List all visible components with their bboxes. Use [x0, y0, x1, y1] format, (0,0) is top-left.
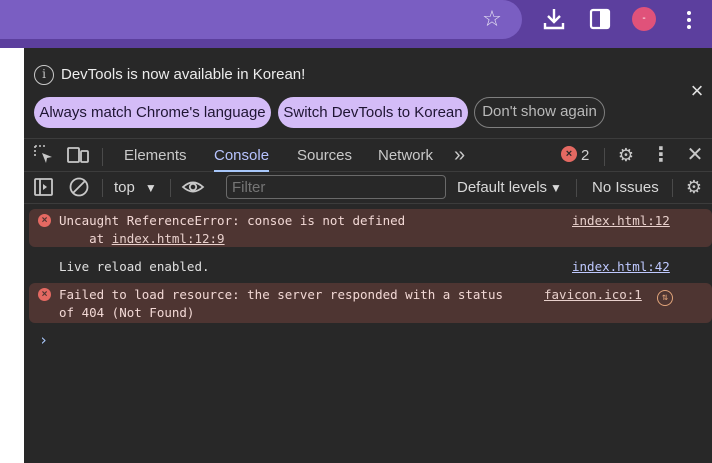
- tab-elements[interactable]: Elements: [124, 139, 187, 172]
- devtools-menu-icon[interactable]: ⋮: [649, 143, 673, 167]
- console-output: × Uncaught ReferenceError: consoe is not…: [24, 205, 712, 463]
- console-filter-input[interactable]: [226, 175, 446, 199]
- log-text[interactable]: Live reload enabled.: [59, 259, 210, 274]
- network-request-icon[interactable]: ⇅: [657, 290, 673, 306]
- stack-prefix: at: [59, 231, 112, 246]
- console-log-message: Live reload enabled. index.html:42: [29, 255, 712, 279]
- tabbar-divider: [604, 148, 605, 166]
- language-infobar: i DevTools is now available in Korean! ×…: [24, 48, 712, 138]
- download-icon[interactable]: [542, 6, 566, 32]
- chevron-down-icon: ▼: [144, 181, 157, 195]
- page-content-strip: [0, 48, 24, 463]
- chevron-down-icon: ▼: [550, 181, 562, 195]
- source-link[interactable]: index.html:12: [572, 213, 670, 228]
- console-settings-gear-icon[interactable]: ⚙: [682, 175, 706, 199]
- error-icon: ×: [38, 288, 51, 301]
- toolbar-divider: [102, 179, 103, 197]
- error-text[interactable]: Uncaught ReferenceError: consoe is not d…: [59, 213, 405, 228]
- info-icon: i: [34, 65, 54, 85]
- clear-console-icon[interactable]: [67, 175, 91, 199]
- tab-sources[interactable]: Sources: [297, 139, 352, 172]
- settings-gear-icon[interactable]: ⚙: [614, 143, 638, 167]
- infobar-message: DevTools is now available in Korean!: [61, 66, 306, 83]
- close-devtools-icon[interactable]: ✕: [683, 143, 707, 167]
- toolbar-divider: [672, 179, 673, 197]
- sidebar-toggle-icon[interactable]: [32, 175, 56, 199]
- source-link[interactable]: index.html:42: [572, 259, 670, 274]
- switch-to-korean-button[interactable]: Switch DevTools to Korean: [278, 97, 468, 128]
- context-selector[interactable]: top ▼: [114, 172, 157, 204]
- stack-trace-line: at index.html:12:9: [59, 231, 225, 246]
- tab-console[interactable]: Console: [214, 139, 270, 172]
- source-link[interactable]: favicon.ico:1: [544, 287, 642, 302]
- console-prompt-chevron-icon[interactable]: ›: [39, 331, 48, 349]
- toolbar-divider: [170, 179, 171, 197]
- device-toolbar-icon[interactable]: [66, 143, 90, 167]
- console-error-message: × Failed to load resource: the server re…: [29, 283, 712, 323]
- tabbar-divider: [102, 148, 103, 166]
- error-count[interactable]: 2: [581, 139, 589, 172]
- context-label: top: [114, 179, 135, 196]
- devtools-tabbar: Elements Console Sources Network » × 2 ⚙…: [24, 138, 712, 172]
- error-icon: ×: [38, 214, 51, 227]
- error-text[interactable]: Failed to load resource: the server resp…: [59, 287, 503, 302]
- issues-counter[interactable]: No Issues: [592, 172, 659, 203]
- inspect-element-icon[interactable]: [32, 143, 56, 167]
- log-levels-dropdown[interactable]: Default levels ▼: [457, 172, 562, 204]
- match-chrome-language-button[interactable]: Always match Chrome's language: [34, 97, 271, 128]
- bookmark-star-icon[interactable]: ☆: [480, 6, 504, 32]
- tab-network[interactable]: Network: [378, 139, 433, 172]
- dont-show-again-button[interactable]: Don't show again: [474, 97, 605, 128]
- console-toolbar: top▼ Default levels▼ No Issues ⚙: [24, 172, 712, 204]
- live-expression-eye-icon[interactable]: [181, 175, 205, 199]
- stack-link[interactable]: index.html:12:9: [112, 231, 225, 246]
- side-panel-icon[interactable]: [588, 6, 612, 32]
- console-error-message: × Uncaught ReferenceError: consoe is not…: [29, 209, 712, 247]
- error-text-continued: of 404 (Not Found): [59, 305, 195, 320]
- devtools-panel: i DevTools is now available in Korean! ×…: [24, 48, 712, 463]
- toolbar-divider: [576, 179, 577, 197]
- browser-toolbar: ☆ -: [0, 0, 712, 48]
- log-levels-label: Default levels: [457, 179, 548, 196]
- close-infobar-icon[interactable]: ×: [686, 80, 708, 103]
- address-bar[interactable]: [0, 0, 522, 39]
- profile-avatar[interactable]: -: [632, 7, 656, 31]
- error-count-icon[interactable]: ×: [561, 146, 577, 162]
- browser-menu-icon[interactable]: [678, 6, 700, 32]
- more-tabs-chevron-icon[interactable]: »: [454, 139, 465, 172]
